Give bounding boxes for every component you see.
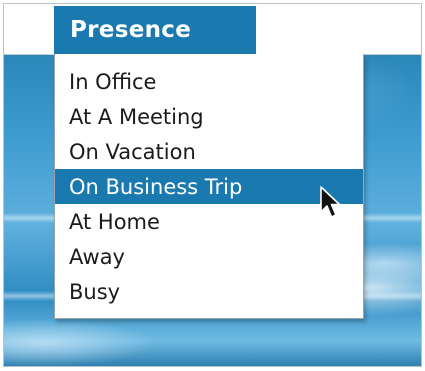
menu-item-label: Away [69, 244, 125, 269]
menu-item-label: In Office [69, 69, 157, 94]
menu-item-label: At Home [69, 209, 160, 234]
menu-item-on-vacation[interactable]: On Vacation [55, 134, 363, 169]
presence-dropdown-menu: In Office At A Meeting On Vacation On Bu… [54, 54, 364, 319]
menu-item-busy[interactable]: Busy [55, 274, 363, 309]
menu-item-at-a-meeting[interactable]: At A Meeting [55, 99, 363, 134]
presence-menu-button[interactable]: Presence [54, 6, 256, 54]
menu-item-in-office[interactable]: In Office [55, 64, 363, 99]
menu-item-at-home[interactable]: At Home [55, 204, 363, 239]
menu-item-label: Busy [69, 279, 121, 304]
screenshot-frame: Presence In Office At A Meeting On Vacat… [3, 3, 422, 367]
menu-item-away[interactable]: Away [55, 239, 363, 274]
presence-menu-label: Presence [70, 17, 192, 43]
menu-item-label: On Business Trip [69, 174, 243, 199]
menu-item-label: On Vacation [69, 139, 196, 164]
menu-item-on-business-trip[interactable]: On Business Trip [55, 169, 363, 204]
menu-item-label: At A Meeting [69, 104, 204, 129]
menu-bar: Presence [4, 4, 421, 55]
arrow-pointer-icon [320, 186, 341, 218]
